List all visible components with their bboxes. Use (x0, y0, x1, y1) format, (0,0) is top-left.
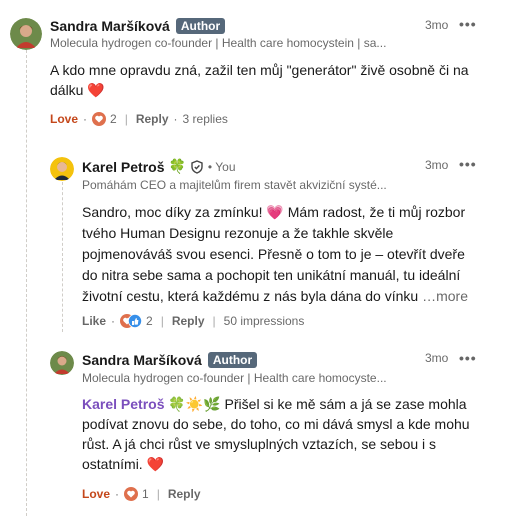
author-headline: Pomáhám CEO a majitelům firem stavět akv… (82, 178, 387, 192)
avatar[interactable] (50, 351, 74, 375)
like-button[interactable]: Like (82, 314, 106, 328)
more-options-icon[interactable]: ••• (459, 156, 477, 172)
author-badge: Author (207, 352, 258, 368)
more-options-icon[interactable]: ••• (459, 16, 477, 32)
love-like-reaction-icon[interactable] (120, 314, 143, 328)
thread-line (26, 50, 27, 516)
see-more-link[interactable]: …more (422, 288, 468, 304)
you-label: • You (207, 159, 236, 174)
mention-link[interactable]: Karel Petroš (82, 396, 164, 412)
comment-actions: Love · 1 | Reply (82, 487, 201, 501)
reaction-count[interactable]: 1 (142, 487, 149, 501)
reaction-count[interactable]: 2 (146, 314, 153, 328)
timestamp: 3mo (425, 351, 449, 365)
heart-emoji: ❤️ (146, 456, 165, 472)
love-button[interactable]: Love (50, 112, 78, 126)
heart-emoji: ❤️ (87, 82, 105, 98)
heart-emoji: 💗 (266, 204, 284, 220)
clover-emoji: 🍀 (168, 158, 186, 174)
author-name[interactable]: Sandra Maršíková (50, 18, 170, 34)
love-reaction-icon[interactable] (92, 112, 107, 126)
reply-thread-line (62, 182, 63, 332)
reply-button[interactable]: Reply (168, 487, 201, 501)
author-name[interactable]: Sandra Maršíková (82, 352, 202, 368)
verified-shield-icon (190, 159, 204, 174)
impressions-count[interactable]: 50 impressions (224, 314, 305, 328)
reply-button[interactable]: Reply (172, 314, 205, 328)
author-headline: Molecula hydrogen co-founder | Health ca… (50, 36, 387, 50)
timestamp: 3mo (425, 158, 449, 172)
comment-text: Karel Petroš 🍀☀️🌿 Přišel si ke mě sám a … (82, 396, 470, 472)
love-button[interactable]: Love (82, 487, 110, 501)
comment-text: A kdo mne opravdu zná, zažil ten můj "ge… (50, 62, 469, 98)
author-name[interactable]: Karel Petroš (82, 159, 164, 175)
avatar[interactable] (50, 157, 74, 181)
timestamp: 3mo (425, 18, 449, 32)
mention-emoji: 🍀☀️🌿 (168, 396, 221, 412)
reaction-count[interactable]: 2 (110, 112, 117, 126)
reply-button[interactable]: Reply (136, 112, 169, 126)
comment-actions: Like · 2 | Reply | 50 impressions (82, 314, 305, 328)
author-headline: Molecula hydrogen co-founder | Health ca… (82, 371, 387, 385)
separator: · (83, 112, 88, 126)
more-options-icon[interactable]: ••• (459, 350, 477, 366)
replies-link[interactable]: 3 replies (183, 112, 228, 126)
love-reaction-icon[interactable] (124, 487, 139, 501)
comment-actions: Love · 2 | Reply · 3 replies (50, 112, 228, 126)
avatar[interactable] (10, 18, 42, 50)
comment-text: Sandro, moc díky za zmínku! 💗 Mám radost… (82, 204, 468, 304)
author-badge: Author (175, 18, 226, 34)
